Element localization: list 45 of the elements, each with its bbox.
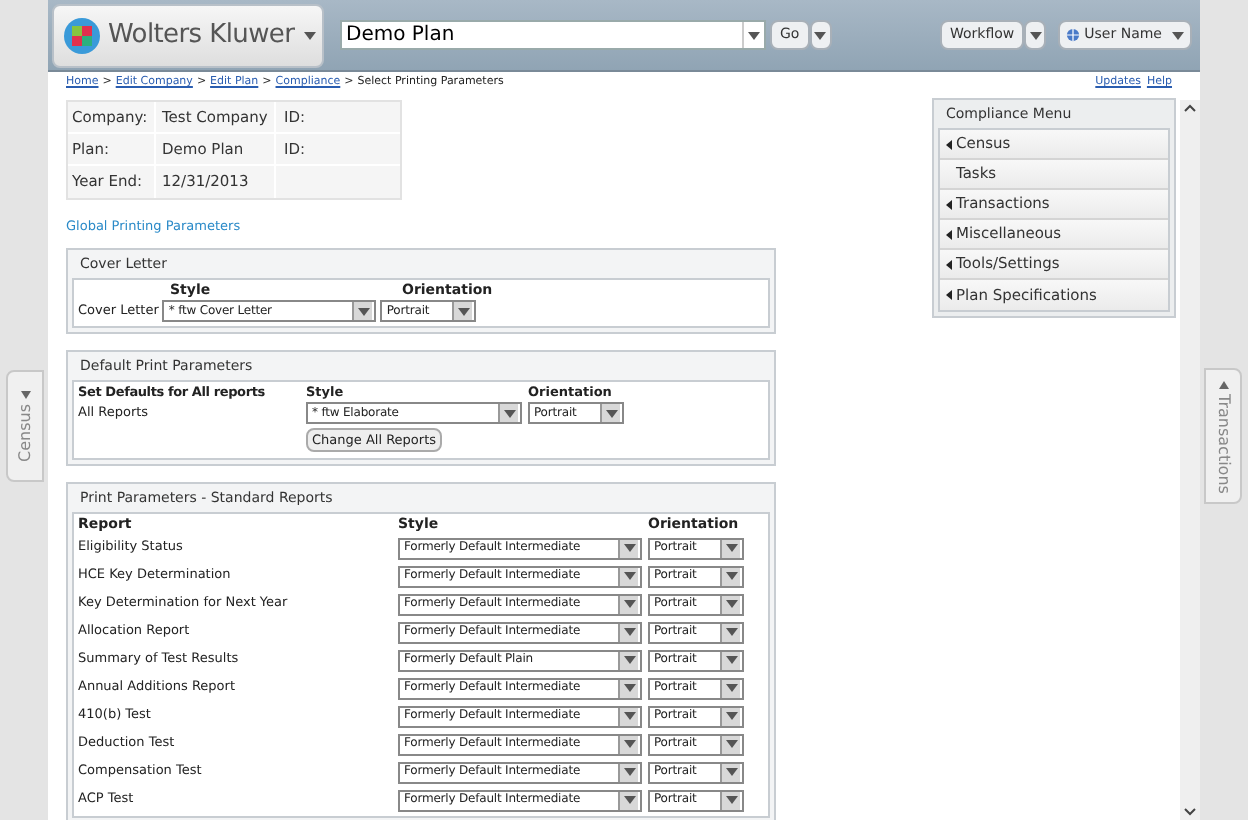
caret-icon (623, 768, 635, 776)
dropdown-button[interactable] (809, 20, 832, 50)
caret-icon (623, 740, 635, 748)
expand-icon (20, 391, 30, 399)
logo-icon (64, 17, 100, 53)
expand-icon (945, 259, 951, 269)
caret-icon (605, 409, 617, 417)
caret-icon (503, 409, 515, 417)
logo-button[interactable]: Wolters Kluwer (52, 3, 324, 67)
caret-icon (623, 600, 635, 608)
caret-icon (748, 31, 760, 39)
caret-icon (725, 768, 737, 776)
logo-text: Wolters Kluwer (108, 22, 295, 48)
caret-icon (725, 572, 737, 580)
caret-icon (457, 307, 470, 315)
expand-icon (945, 199, 951, 209)
expand-icon (945, 229, 951, 239)
caret-icon (623, 628, 635, 636)
caret-icon (304, 31, 317, 39)
caret-icon (623, 712, 635, 720)
caret-icon (725, 544, 737, 552)
caret-icon (725, 628, 737, 636)
caret-icon (725, 656, 737, 664)
caret-icon (623, 656, 635, 664)
caret-icon (725, 712, 737, 720)
caret-icon (623, 544, 635, 552)
caret-icon (623, 684, 635, 692)
caret-icon (1172, 31, 1184, 39)
caret-icon (725, 740, 737, 748)
caret-icon (725, 684, 737, 692)
caret-icon (814, 31, 827, 39)
dropdown-button[interactable] (1024, 20, 1047, 50)
scroll-down-icon (1184, 808, 1196, 816)
caret-icon (725, 796, 737, 804)
caret-icon (357, 307, 370, 315)
scroll-up-icon (1184, 104, 1196, 112)
caret-icon (623, 572, 635, 580)
globe-icon (1066, 28, 1081, 42)
search-field[interactable]: Demo Plan (340, 20, 766, 50)
expand-icon (945, 139, 951, 149)
caret-icon (623, 796, 635, 804)
expand-icon (1218, 380, 1228, 389)
caret-icon (1029, 31, 1042, 39)
caret-icon (725, 600, 737, 608)
expand-icon (945, 290, 951, 300)
